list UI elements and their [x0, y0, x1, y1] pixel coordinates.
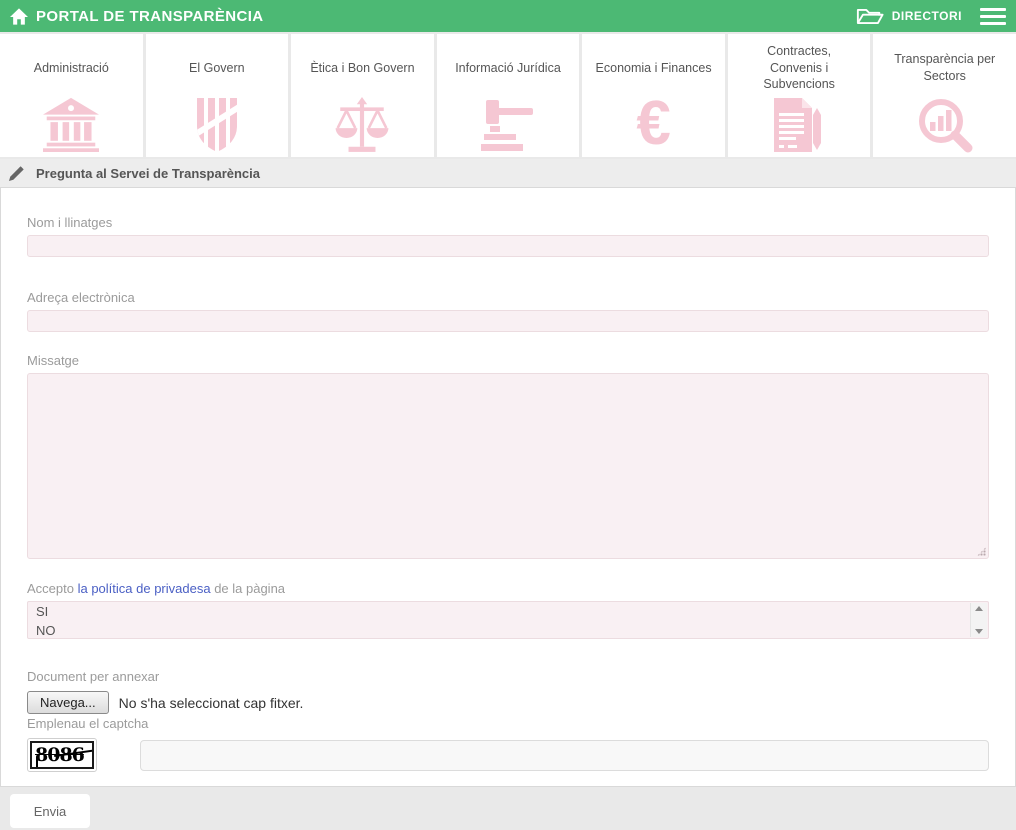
tile-label: Informació Jurídica [437, 34, 580, 92]
tile-etica-bon-govern[interactable]: Ètica i Bon Govern [291, 34, 434, 157]
privacy-text-suffix: de la pàgina [211, 581, 285, 596]
scroll-down-icon[interactable] [975, 629, 983, 634]
no-file-selected-text: No s'ha seleccionat cap fitxer. [119, 695, 304, 711]
captcha-image: 8086 [27, 738, 97, 772]
bank-columns-icon [0, 92, 143, 157]
captcha-input[interactable] [140, 740, 989, 771]
captcha-noise-tick [36, 757, 38, 767]
privacy-select-listbox[interactable]: SI NO [27, 601, 989, 639]
section-title: Pregunta al Servei de Transparència [36, 166, 260, 181]
page-title: PORTAL DE TRANSPARÈNCIA [36, 8, 264, 25]
tile-label: Administració [0, 34, 143, 92]
tile-el-govern[interactable]: El Govern [146, 34, 289, 157]
open-folder-icon [856, 7, 884, 26]
privacy-policy-link[interactable]: la política de privadesa [78, 581, 211, 596]
nav-tiles: Administració El Govern [0, 34, 1016, 157]
tile-economia-finances[interactable]: Economia i Finances € [582, 34, 725, 157]
tile-contractes-convenis[interactable]: Contractes, Convenis i Subvencions [728, 34, 871, 157]
message-textarea[interactable] [27, 373, 989, 559]
tile-label: Contractes, Convenis i Subvencions [728, 34, 871, 92]
tile-administracio[interactable]: Administració [0, 34, 143, 157]
tile-label: Transparència per Sectors [873, 34, 1016, 92]
email-label: Adreça electrònica [27, 290, 989, 305]
directori-label: DIRECTORI [892, 9, 962, 23]
directori-button[interactable]: DIRECTORI [856, 7, 962, 26]
tile-label: El Govern [146, 34, 289, 92]
attachment-label: Document per annexar [27, 669, 989, 684]
listbox-scrollbar[interactable] [970, 603, 987, 637]
balance-scales-icon [291, 92, 434, 157]
tile-label: Ètica i Bon Govern [291, 34, 434, 92]
home-icon [10, 8, 28, 25]
contract-pen-icon [728, 92, 871, 157]
tile-informacio-juridica[interactable]: Informació Jurídica [437, 34, 580, 157]
name-label: Nom i llinatges [27, 215, 989, 230]
home-link[interactable]: PORTAL DE TRANSPARÈNCIA [10, 8, 264, 25]
send-button[interactable]: Envia [10, 794, 90, 828]
privacy-option-no[interactable]: NO [28, 621, 988, 639]
name-input[interactable] [27, 235, 989, 257]
email-input[interactable] [27, 310, 989, 332]
tile-label: Economia i Finances [582, 34, 725, 92]
privacy-option-si[interactable]: SI [28, 602, 988, 621]
gavel-icon [437, 92, 580, 157]
transparency-question-form: Nom i llinatges Adreça electrònica Missa… [0, 187, 1016, 787]
captcha-label: Emplenau el captcha [27, 716, 989, 731]
scroll-up-icon[interactable] [975, 606, 983, 611]
hamburger-menu-icon[interactable] [980, 4, 1006, 29]
privacy-label: Accepto la política de privadesa de la p… [27, 581, 989, 596]
tile-transparencia-sectors[interactable]: Transparència per Sectors [873, 34, 1016, 157]
magnifier-chart-icon [873, 92, 1016, 157]
captcha-row: 8086 [27, 737, 989, 773]
top-header: PORTAL DE TRANSPARÈNCIA DIRECTORI [0, 0, 1016, 32]
section-header: Pregunta al Servei de Transparència [0, 159, 1016, 187]
privacy-text-prefix: Accepto [27, 581, 78, 596]
striped-shield-icon [146, 92, 289, 157]
message-label: Missatge [27, 353, 989, 368]
browse-file-button[interactable]: Navega... [27, 691, 109, 714]
pencil-icon [9, 166, 24, 181]
file-upload-row: Navega... No s'ha seleccionat cap fitxer… [27, 691, 989, 714]
euro-icon: € [582, 92, 725, 157]
